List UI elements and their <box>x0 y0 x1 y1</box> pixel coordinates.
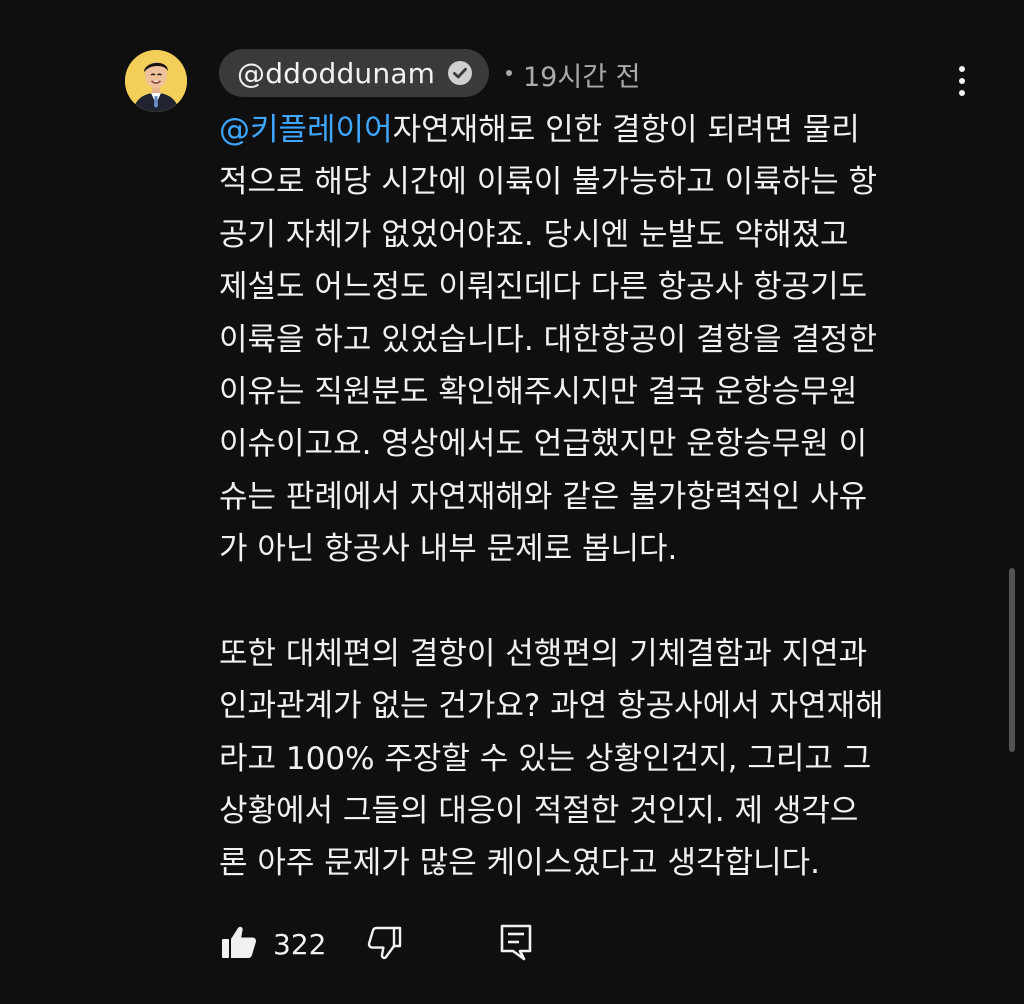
comment-line: 라고 100% 주장할 수 있는 상황인건지, 그리고 그 <box>219 740 872 777</box>
comment-text: @키플레이어자연재해로 인한 결항이 되려면 물리 적으로 해당 시간에 이륙이… <box>219 104 959 890</box>
author-chip[interactable]: @ddoddunam <box>219 49 490 97</box>
comment-line: 또한 대체편의 결항이 선행편의 기체결함과 지연과 <box>219 635 868 672</box>
checkmark-circle-icon <box>447 60 473 86</box>
comment-timestamp[interactable]: 19시간 전 <box>523 55 640 94</box>
comment-line: 적으로 해당 시간에 이륙이 불가능하고 이륙하는 항 <box>219 164 878 201</box>
comment-line: 이륙을 하고 있었습니다. 대한항공이 결항을 결정한 <box>219 321 878 358</box>
comment-actions: 322 <box>219 918 534 970</box>
comment-line: 제설도 어느정도 이뤄진데다 다른 항공사 항공기도 <box>219 269 868 306</box>
more-options-button[interactable] <box>944 56 980 106</box>
more-vertical-icon-dot <box>959 66 965 72</box>
comment-line: @키플레이어자연재해로 인한 결항이 되려면 물리 <box>219 104 959 156</box>
reply-button[interactable] <box>498 922 534 966</box>
comment-line: 슈는 판례에서 자연재해와 같은 불가항력적인 사유 <box>219 478 868 515</box>
comment-thread: @ddoddunam 19시간 전 @키플레이어자연재해로 인한 결항이 되려면… <box>0 0 1024 1004</box>
avatar-portrait-icon <box>125 50 187 112</box>
more-vertical-icon-dot <box>959 78 965 84</box>
comment-line: 이유는 직원분도 확인해주시지만 결국 운항승무원 <box>219 373 858 410</box>
comment-line: 공기 자체가 없었어야죠. 당시엔 눈발도 약해졌고 <box>219 216 849 253</box>
comment-line: 론 아주 문제가 많은 케이스였다고 생각합니다. <box>219 845 821 882</box>
dislike-button[interactable] <box>364 922 404 966</box>
comment-line: 이슈이고요. 영상에서도 언급했지만 운항승무원 이 <box>219 426 868 463</box>
comment-line: 인과관계가 없는 건가요? 과연 항공사에서 자연재해 <box>219 688 884 725</box>
mention-link[interactable]: @키플레이어 <box>219 112 393 148</box>
separator-dot <box>506 70 512 76</box>
comment-line: 가 아닌 항공사 내부 문제로 봅니다. <box>219 531 678 568</box>
reply-comment-icon <box>498 922 534 966</box>
like-count: 322 <box>273 927 327 961</box>
like-button[interactable]: 322 <box>219 922 326 966</box>
thumbs-up-icon <box>219 922 259 966</box>
scrollbar-thumb[interactable] <box>1009 568 1015 752</box>
thumbs-down-icon <box>364 922 404 966</box>
more-vertical-icon-dot <box>959 90 965 96</box>
comment-line: 상황에서 그들의 대응이 적절한 것인지. 제 생각으 <box>219 793 859 830</box>
author-name[interactable]: @ddoddunam <box>237 57 435 90</box>
avatar[interactable] <box>125 50 187 112</box>
comment-line-text: 자연재해로 인한 결항이 되려면 물리 <box>392 112 860 148</box>
